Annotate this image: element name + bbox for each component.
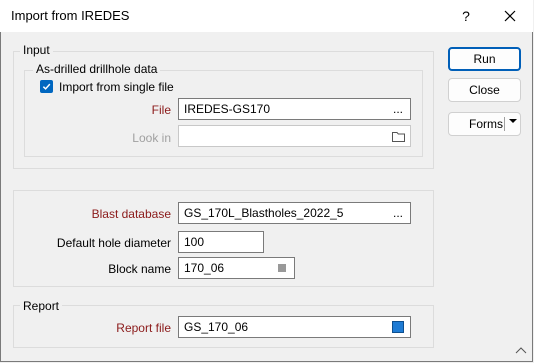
title-bar: Import from IREDES ? (0, 0, 533, 32)
blast-database-value: GS_170L_Blastholes_2022_5 (184, 206, 344, 220)
block-name-label: Block name (108, 262, 171, 276)
blast-database-browse-button[interactable]: ... (389, 203, 407, 223)
hole-diameter-field[interactable]: 100 (178, 231, 264, 253)
close-window-button[interactable] (488, 0, 532, 32)
single-file-checkbox-label[interactable]: Import from single file (59, 80, 174, 94)
hole-diameter-value: 100 (184, 235, 205, 249)
report-group-label: Report (20, 299, 63, 313)
blast-database-label: Blast database (91, 207, 171, 221)
single-file-checkbox[interactable] (40, 80, 53, 93)
checkmark-icon (42, 83, 51, 90)
file-browse-button[interactable]: ... (389, 99, 407, 119)
report-file-icon (392, 321, 404, 333)
list-select-button[interactable] (273, 258, 291, 278)
report-file-label: Report file (116, 321, 171, 335)
look-in-field[interactable] (178, 125, 411, 147)
file-label: File (151, 103, 171, 117)
input-group-label: Input (20, 43, 53, 57)
drillhole-subgroup-label: As-drilled drillhole data (33, 62, 161, 76)
close-icon (504, 10, 516, 22)
blast-database-field[interactable]: GS_170L_Blastholes_2022_5 ... (178, 202, 411, 224)
file-field[interactable]: IREDES-GS170 ... (178, 98, 411, 120)
block-name-value: 170_06 (184, 261, 225, 275)
list-icon (278, 264, 286, 272)
folder-icon (391, 131, 405, 142)
report-file-field[interactable]: GS_170_06 (178, 316, 411, 338)
forms-split-divider (504, 117, 505, 131)
run-button[interactable]: Run (448, 47, 521, 71)
resize-grip-icon[interactable] (515, 346, 527, 354)
window-title: Import from IREDES (11, 8, 130, 23)
close-button[interactable]: Close (448, 78, 521, 102)
forms-button-label: Forms (469, 117, 503, 131)
file-value: IREDES-GS170 (184, 102, 271, 116)
report-open-button[interactable] (389, 317, 407, 337)
hole-diameter-label: Default hole diameter (56, 236, 171, 250)
folder-browse-button[interactable] (389, 126, 407, 146)
report-file-value: GS_170_06 (184, 320, 249, 334)
help-button[interactable]: ? (444, 0, 488, 32)
forms-button[interactable]: Forms (448, 112, 521, 136)
look-in-label: Look in (132, 131, 171, 145)
block-name-field[interactable]: 170_06 (178, 257, 295, 279)
chevron-down-icon[interactable] (509, 119, 517, 123)
